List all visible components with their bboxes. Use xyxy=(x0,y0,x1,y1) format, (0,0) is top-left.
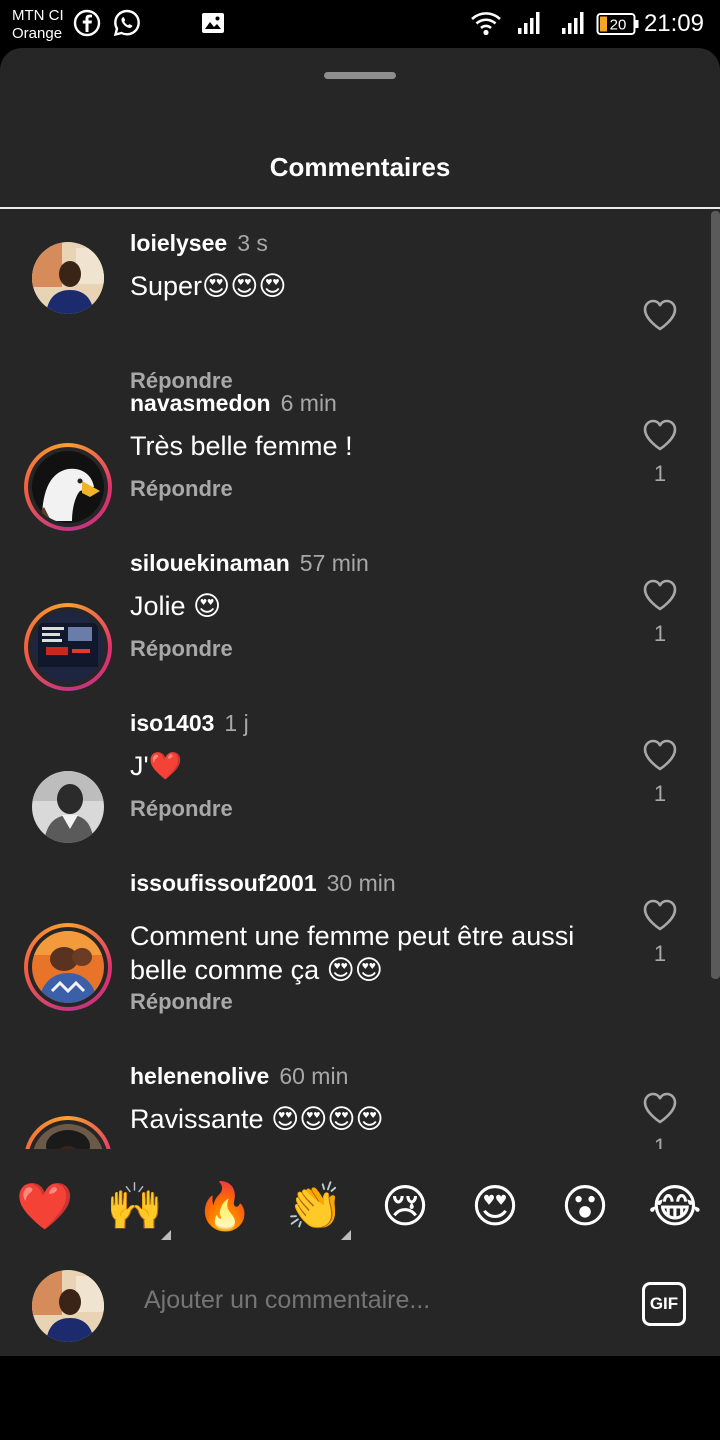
battery-level: 20 xyxy=(610,17,627,34)
comment-time: 57 min xyxy=(299,550,369,576)
avatar[interactable] xyxy=(32,242,104,314)
comment-header: silouekinaman 57 min xyxy=(130,550,369,577)
reply-button[interactable]: Répondre xyxy=(130,636,233,662)
reaction-laughing[interactable]: 😂 xyxy=(645,1176,705,1236)
comment-item: issoufissouf2001 30 min Comment une femme… xyxy=(0,851,720,1044)
comment-item: navasmedon 6 min Très belle femme ! Répon… xyxy=(0,371,720,531)
avatar[interactable] xyxy=(32,771,104,843)
comment-username[interactable]: iso1403 xyxy=(130,710,214,736)
avatar xyxy=(32,1124,104,1149)
like-count: 1 xyxy=(653,461,667,486)
like-count: 1 xyxy=(653,781,667,806)
comment-text: Jolie 😍 xyxy=(130,591,222,621)
battery-icon: 20 xyxy=(596,13,639,35)
comment-time: 1 j xyxy=(224,710,249,736)
like-count: 1 xyxy=(653,941,667,966)
avatar-story-ring[interactable] xyxy=(24,603,112,691)
reaction-fire[interactable]: 🔥 xyxy=(195,1176,255,1236)
avatar xyxy=(32,611,104,683)
comment-time: 60 min xyxy=(279,1063,349,1089)
whatsapp-icon xyxy=(113,9,140,37)
comment-input[interactable] xyxy=(144,1286,604,1315)
comment-header: iso1403 1 j xyxy=(130,710,249,737)
comment-composer: GIF xyxy=(0,1254,720,1356)
comment-username[interactable]: navasmedon xyxy=(130,390,271,416)
comment-username[interactable]: issoufissouf2001 xyxy=(130,870,317,896)
reply-button[interactable]: Répondre xyxy=(130,796,233,822)
comment-text: Super😍😍😍 xyxy=(130,271,287,301)
comment-list: loielysee 3 s Super😍😍😍 Répondre navasmed… xyxy=(0,211,720,1149)
gif-button[interactable]: GIF xyxy=(642,1282,686,1326)
like-heart-icon[interactable] xyxy=(640,575,680,615)
skin-tone-indicator xyxy=(161,1230,171,1240)
reaction-clap[interactable]: 👏 xyxy=(285,1176,345,1236)
facebook-icon xyxy=(73,9,101,37)
reaction-raised-hands[interactable]: 🙌 xyxy=(105,1176,165,1236)
comment-text: J'❤️ xyxy=(130,751,183,781)
carrier-labels: MTN CI Orange xyxy=(12,7,64,43)
avatar-story-ring[interactable] xyxy=(24,1116,112,1149)
comment-username[interactable]: silouekinaman xyxy=(130,550,290,576)
skin-tone-indicator xyxy=(341,1230,351,1240)
reaction-heart-eyes[interactable]: 😍 xyxy=(465,1176,525,1236)
reply-button[interactable]: Répondre xyxy=(130,989,233,1015)
comment-header: navasmedon 6 min xyxy=(130,390,337,417)
like-heart-icon[interactable] xyxy=(640,735,680,775)
comment-item: silouekinaman 57 min Jolie 😍 Répondre 1 xyxy=(0,531,720,691)
comment-item: loielysee 3 s Super😍😍😍 Répondre xyxy=(0,211,720,393)
comment-username[interactable]: loielysee xyxy=(130,230,227,256)
sheet-title: Commentaires xyxy=(269,152,451,182)
comment-header: helenenolive 60 min xyxy=(130,1063,348,1090)
like-count: 1 xyxy=(653,1134,667,1149)
like-count: 1 xyxy=(653,621,667,646)
wifi-icon xyxy=(471,12,501,36)
carrier-2: Orange xyxy=(12,25,63,42)
reaction-heart[interactable]: ❤️ xyxy=(15,1176,75,1236)
like-heart-icon[interactable] xyxy=(640,415,680,455)
reaction-surprised[interactable]: 😮 xyxy=(555,1176,615,1236)
like-heart-icon[interactable] xyxy=(640,295,680,335)
system-nav-bar xyxy=(0,1356,720,1440)
avatar xyxy=(32,451,104,523)
comments-sheet: Commentaires loielysee 3 s Super😍😍😍 Répon… xyxy=(0,48,720,1356)
own-avatar xyxy=(32,1270,104,1342)
comment-time: 6 min xyxy=(280,390,337,416)
like-heart-icon[interactable] xyxy=(640,895,680,935)
comment-item: iso1403 1 j J'❤️ Répondre 1 xyxy=(0,691,720,851)
comment-header: loielysee 3 s xyxy=(130,230,268,257)
gallery-icon xyxy=(202,13,224,33)
quick-reaction-bar: ❤️ 🙌 🔥 👏 😢 😍 😮 😂 xyxy=(0,1158,720,1254)
avatar xyxy=(32,931,104,1003)
comment-time: 30 min xyxy=(326,870,396,896)
comment-text: Ravissante 😍😍😍😍 xyxy=(130,1104,384,1134)
status-bar: MTN CI Orange 20 21:09 xyxy=(0,0,720,48)
sheet-grabber[interactable] xyxy=(324,72,396,79)
comment-item: helenenolive 60 min Ravissante 😍😍😍😍 1 xyxy=(0,1044,720,1149)
comment-text: Très belle femme ! xyxy=(130,431,353,461)
clock: 21:09 xyxy=(643,10,704,37)
signal-icon-1 xyxy=(518,12,540,34)
comment-username[interactable]: helenenolive xyxy=(130,1063,269,1089)
like-heart-icon[interactable] xyxy=(640,1088,680,1128)
signal-icon-2 xyxy=(562,12,584,34)
comment-text: Comment une femme peut être aussi belle … xyxy=(130,921,575,985)
carrier-1: MTN CI xyxy=(12,7,64,24)
avatar-story-ring[interactable] xyxy=(24,443,112,531)
reaction-crying[interactable]: 😢 xyxy=(375,1176,435,1236)
comment-time: 3 s xyxy=(237,230,268,256)
divider xyxy=(0,207,720,209)
avatar-story-ring[interactable] xyxy=(24,923,112,1011)
reply-button[interactable]: Répondre xyxy=(130,476,233,502)
comment-header: issoufissouf2001 30 min xyxy=(130,870,396,897)
